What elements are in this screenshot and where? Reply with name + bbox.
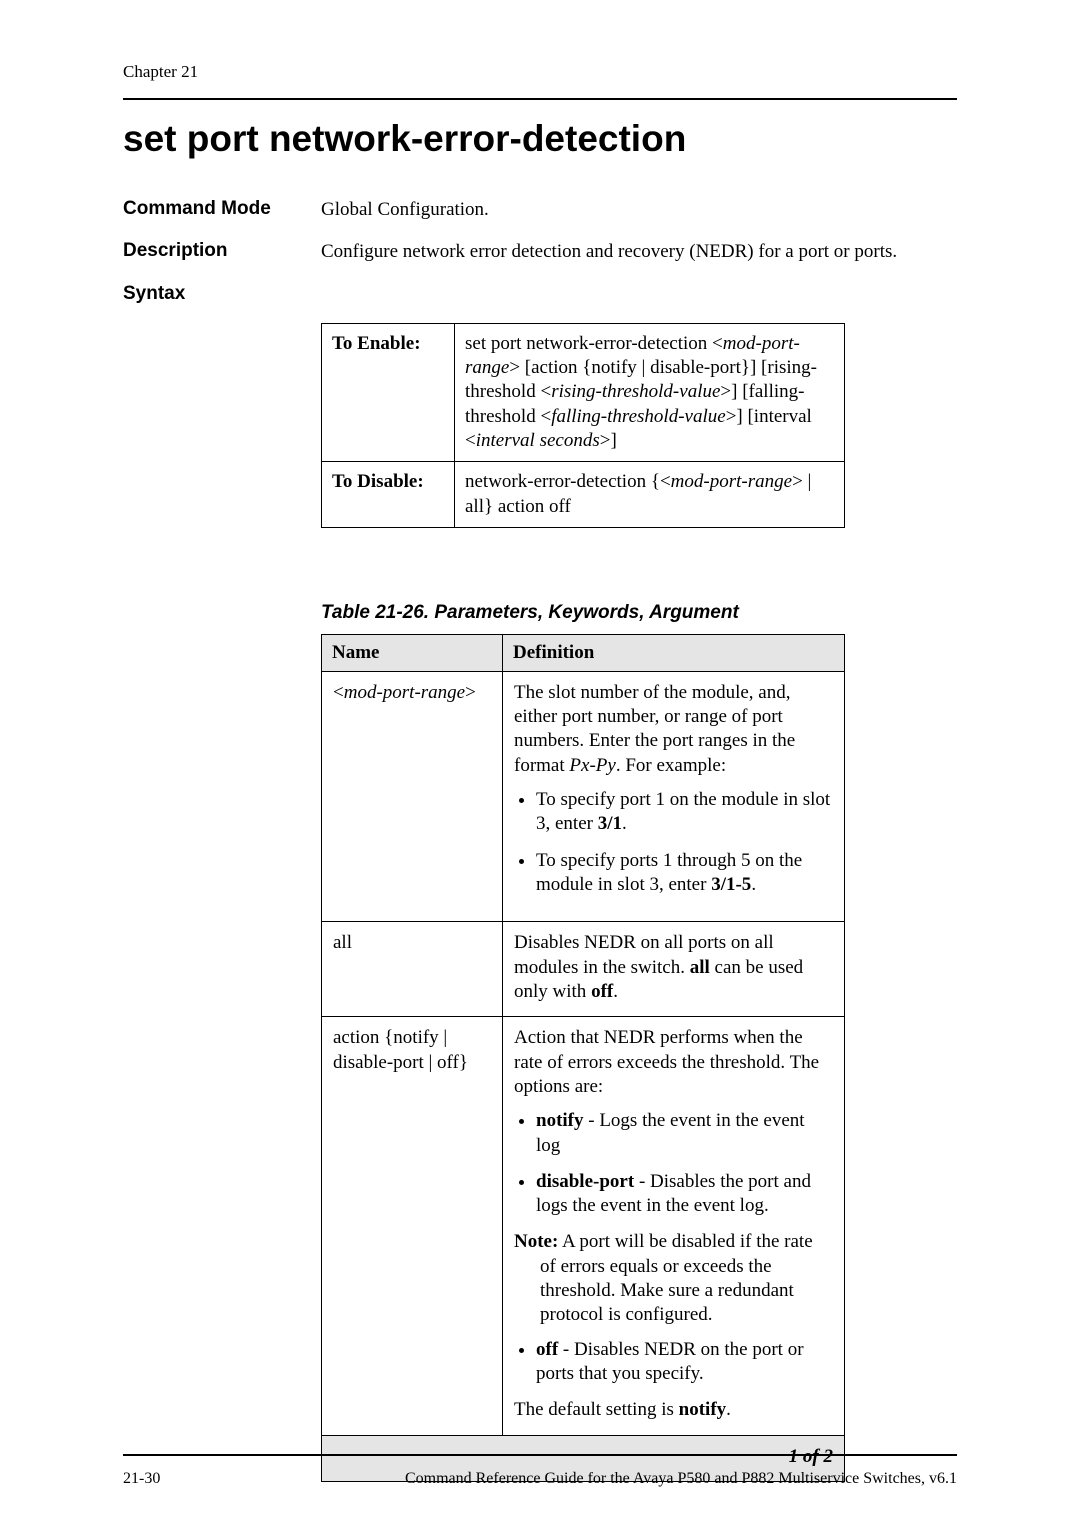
syntax-enable-label: To Enable:	[322, 323, 455, 462]
chapter-label: Chapter 21	[123, 62, 957, 82]
param-action-bullets-2: off - Disables NEDR on the port or ports…	[514, 1338, 833, 1387]
param-mod-port-range-bullets: To specify port 1 on the module in slot …	[514, 788, 833, 897]
param-action-bullets-1: notify - Logs the event in the event log…	[514, 1109, 833, 1218]
syntax-row-enable: To Enable: set port network-error-detect…	[322, 323, 845, 462]
label-description: Description	[123, 240, 321, 264]
list-item: To specify port 1 on the module in slot …	[536, 788, 833, 837]
param-name-action: action {notify | disable-port | off}	[322, 1017, 503, 1435]
list-item: off - Disables NEDR on the port or ports…	[536, 1338, 833, 1387]
param-def-all: Disables NEDR on all ports on all module…	[503, 922, 845, 1017]
syntax-disable-text: network-error-detection {<mod-port-range…	[455, 462, 845, 528]
param-header-definition: Definition	[503, 634, 845, 671]
page-title: set port network-error-detection	[123, 118, 957, 160]
syntax-disable-label: To Disable:	[322, 462, 455, 528]
page-footer: 21-30 Command Reference Guide for the Av…	[123, 1454, 957, 1488]
syntax-row-disable: To Disable: network-error-detection {<mo…	[322, 462, 845, 528]
header-rule	[123, 98, 957, 100]
param-name-mod-port-range: <mod-port-range>	[322, 671, 503, 922]
param-action-default: The default setting is notify.	[514, 1398, 833, 1422]
param-header-name: Name	[322, 634, 503, 671]
label-command-mode: Command Mode	[123, 198, 321, 222]
param-table-caption: Table 21-26. Parameters, Keywords, Argum…	[321, 602, 957, 624]
param-table: Name Definition <mod-port-range> The slo…	[321, 634, 845, 1482]
syntax-empty	[321, 283, 957, 305]
list-item: To specify ports 1 through 5 on the modu…	[536, 849, 833, 898]
param-header-row: Name Definition	[322, 634, 845, 671]
text-description: Configure network error detection and re…	[321, 240, 957, 264]
row-syntax: Syntax	[123, 283, 957, 305]
param-row-all: all Disables NEDR on all ports on all mo…	[322, 922, 845, 1017]
text-command-mode: Global Configuration.	[321, 198, 957, 222]
list-item: disable-port - Disables the port and log…	[536, 1170, 833, 1219]
row-description: Description Configure network error dete…	[123, 240, 957, 264]
document-page: Chapter 21 set port network-error-detect…	[0, 0, 1080, 1530]
syntax-block: To Enable: set port network-error-detect…	[321, 323, 957, 1482]
param-def-action: Action that NEDR performs when the rate …	[503, 1017, 845, 1435]
row-command-mode: Command Mode Global Configuration.	[123, 198, 957, 222]
param-row-action: action {notify | disable-port | off} Act…	[322, 1017, 845, 1435]
param-row-mod-port-range: <mod-port-range> The slot number of the …	[322, 671, 845, 922]
syntax-table: To Enable: set port network-error-detect…	[321, 323, 845, 528]
param-name-all: all	[322, 922, 503, 1017]
param-action-note: Note: A port will be disabled if the rat…	[514, 1230, 833, 1327]
list-item: notify - Logs the event in the event log	[536, 1109, 833, 1158]
syntax-enable-text: set port network-error-detection <mod-po…	[455, 323, 845, 462]
footer-page-number: 21-30	[123, 1470, 160, 1488]
label-syntax: Syntax	[123, 283, 321, 305]
footer-doc-title: Command Reference Guide for the Avaya P5…	[405, 1470, 957, 1488]
param-def-mod-port-range: The slot number of the module, and, eith…	[503, 671, 845, 922]
